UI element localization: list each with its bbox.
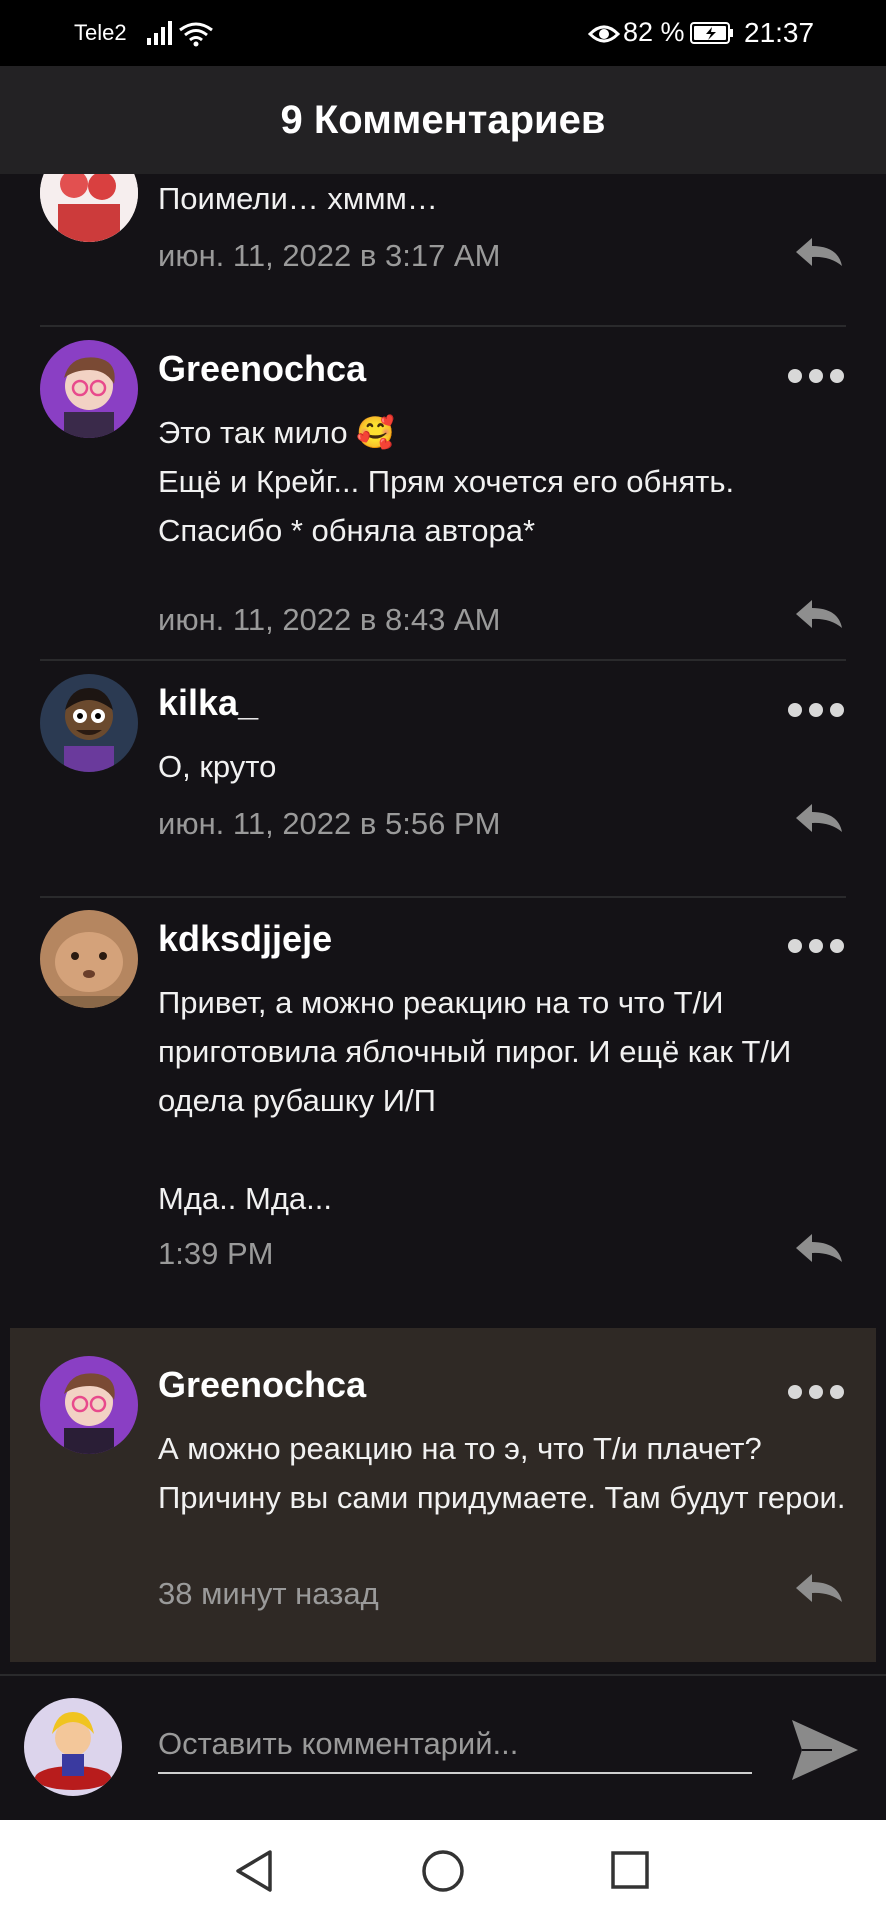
comment-username[interactable]: kilka_ (158, 682, 258, 724)
avatar[interactable] (40, 910, 138, 1008)
status-bar: Tele2 82 % 21:37 (0, 0, 886, 66)
reply-icon[interactable] (792, 1230, 846, 1266)
comments-list[interactable]: Поимели… хммм… июн. 11, 2022 в 3:17 AM G… (0, 174, 886, 1674)
divider (40, 896, 846, 898)
clock: 21:37 (744, 17, 815, 48)
reply-icon[interactable] (792, 596, 846, 632)
signal-icon (147, 21, 172, 45)
comment-text: А можно реакцию на то э, что Т/и плачет?… (158, 1431, 846, 1515)
comment-username[interactable]: Greenochca (158, 1364, 366, 1406)
reply-icon[interactable] (792, 234, 846, 270)
battery-percent: 82 % (623, 17, 685, 47)
comment-time: июн. 11, 2022 в 3:17 AM (158, 238, 501, 273)
comment-time: 1:39 PM (158, 1236, 274, 1271)
avatar[interactable] (40, 1356, 138, 1454)
avatar[interactable] (40, 674, 138, 772)
comment-item: Greenochca Это так мило 🥰 Ещё и Крейг...… (0, 340, 886, 656)
nav-recent-icon[interactable] (610, 1850, 650, 1890)
comment-text: Привет, а можно реакцию на то что Т/И пр… (158, 985, 792, 1216)
divider (40, 659, 846, 661)
comment-input[interactable] (158, 1716, 752, 1774)
comment-item: kdksdjjeje Привет, а можно реакцию на то… (0, 910, 886, 1322)
carrier-label: Tele2 (74, 20, 127, 45)
comment-time: июн. 11, 2022 в 5:56 PM (158, 806, 501, 841)
avatar[interactable] (40, 174, 138, 242)
comment-text: Поимели… хммм… (158, 181, 438, 216)
more-icon[interactable] (788, 366, 844, 386)
comment-item: kilka_ О, круто июн. 11, 2022 в 5:56 PM (0, 674, 886, 894)
wifi-icon (179, 22, 213, 47)
comment-text: Это так мило 🥰 Ещё и Крейг... Прям хочет… (158, 415, 735, 548)
comment-item: Поимели… хммм… июн. 11, 2022 в 3:17 AM (0, 174, 886, 300)
more-icon[interactable] (788, 1382, 844, 1402)
avatar[interactable] (40, 340, 138, 438)
reply-icon[interactable] (792, 1570, 846, 1606)
nav-back-icon[interactable] (232, 1848, 276, 1894)
comment-time: 38 минут назад (158, 1576, 379, 1611)
comment-time: июн. 11, 2022 в 8:43 AM (158, 602, 501, 637)
eye-icon (588, 25, 620, 43)
comment-text: О, круто (158, 749, 277, 784)
more-icon[interactable] (788, 936, 844, 956)
reply-icon[interactable] (792, 800, 846, 836)
comment-item-highlighted: Greenochca А можно реакцию на то э, что … (10, 1328, 876, 1662)
nav-home-icon[interactable] (420, 1848, 466, 1894)
battery-icon (690, 22, 733, 44)
send-icon[interactable] (788, 1716, 860, 1784)
more-icon[interactable] (788, 700, 844, 720)
system-nav-bar (0, 1820, 886, 1920)
page-title: 9 Комментариев (280, 97, 606, 142)
comment-username[interactable]: kdksdjjeje (158, 918, 332, 960)
comment-username[interactable]: Greenochca (158, 348, 366, 390)
divider (40, 325, 846, 327)
compose-bar (0, 1674, 886, 1822)
current-user-avatar[interactable] (24, 1698, 122, 1796)
comments-header: 9 Комментариев (0, 66, 886, 174)
